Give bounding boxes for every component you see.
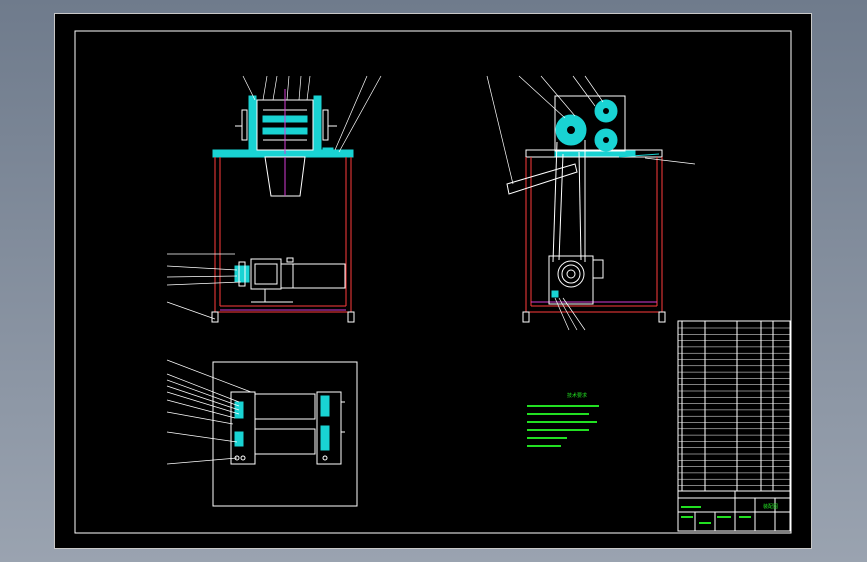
technical-notes: 技术要求: [527, 392, 599, 447]
side-top-plate: [554, 150, 636, 157]
title-block-name: 装配图: [763, 503, 778, 510]
tech-notes-title: 技术要求: [567, 392, 587, 399]
discharge-chute: [506, 163, 578, 195]
drawing-sheet: 技术要求 装配图: [54, 13, 812, 549]
side-view-leaders: [486, 75, 696, 331]
front-view-leaders: [166, 75, 382, 320]
bom-table: [677, 320, 791, 532]
inner-frame: [74, 30, 792, 534]
title-block: 装配图: [678, 490, 790, 531]
side-view: [506, 95, 666, 323]
assembly-drawing: 技术要求 装配图: [74, 30, 792, 534]
cad-viewport[interactable]: 技术要求 装配图: [0, 0, 867, 562]
motor: [280, 263, 346, 289]
top-view: [212, 361, 358, 507]
front-view: [211, 89, 355, 323]
